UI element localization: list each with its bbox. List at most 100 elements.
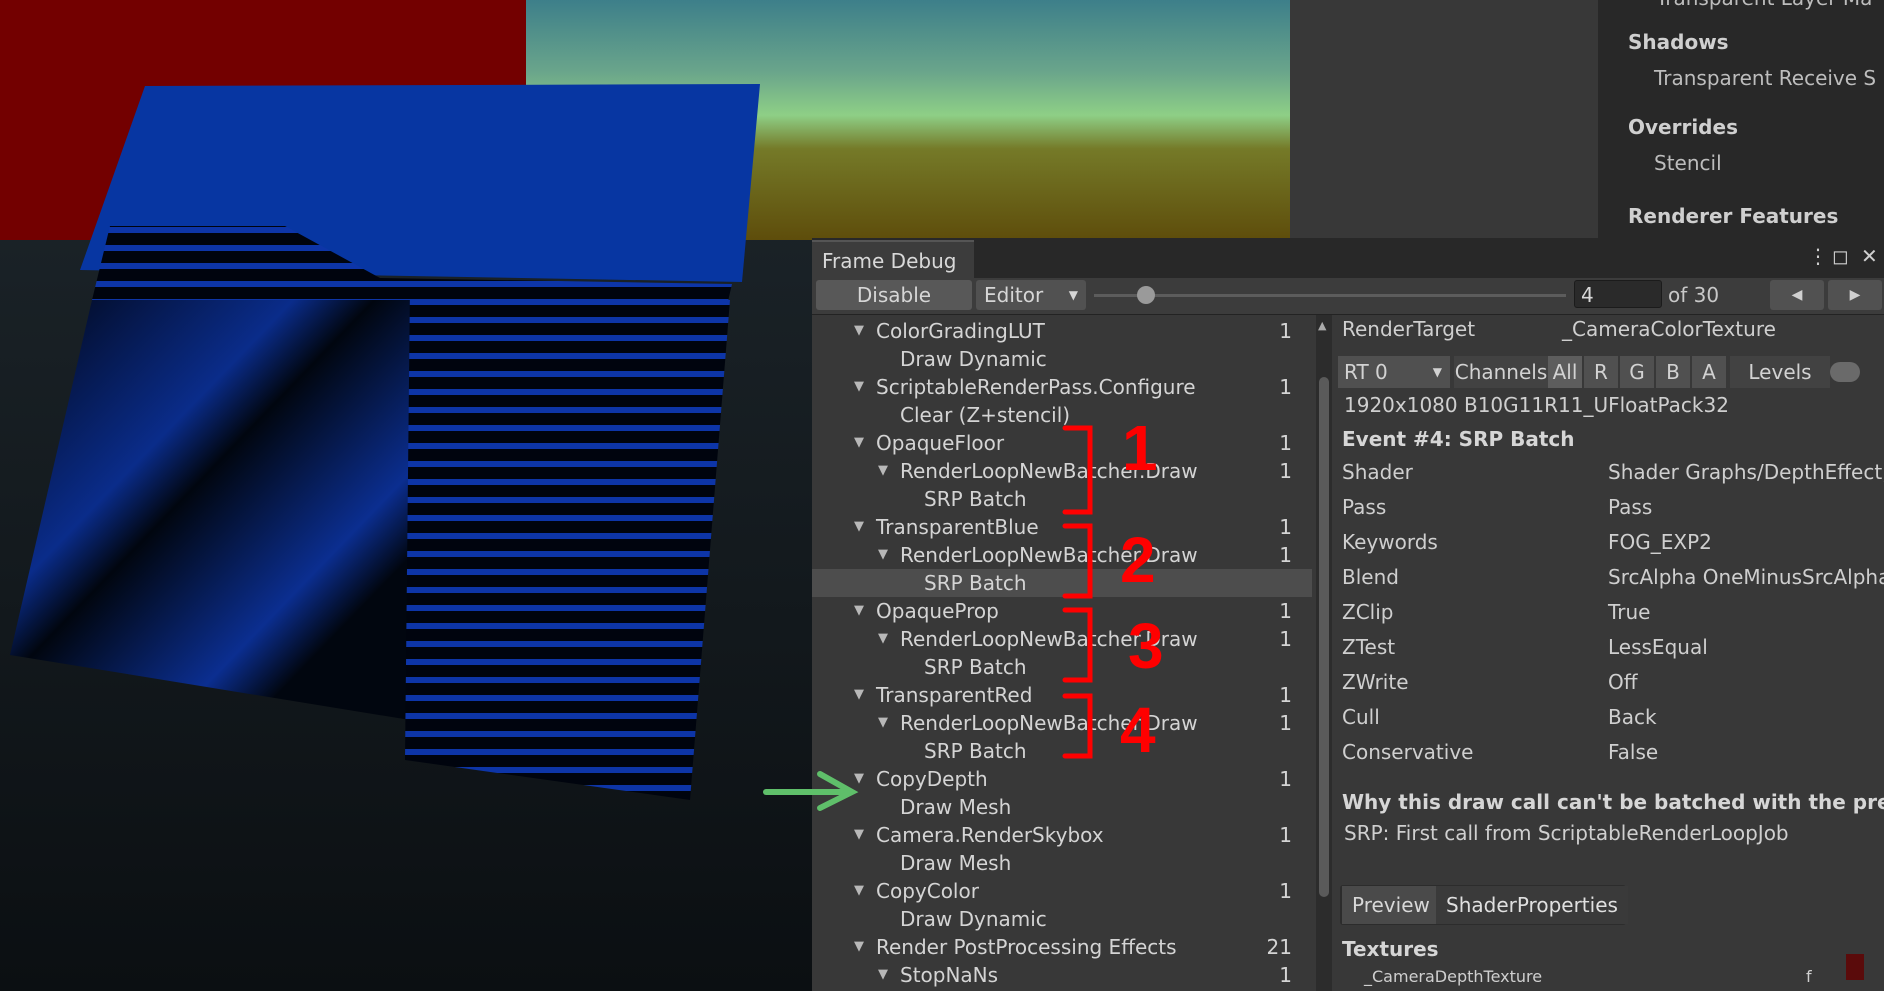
tree-row-label: SRP Batch — [924, 571, 1027, 595]
channel-g-button[interactable]: G — [1620, 356, 1654, 388]
tree-row[interactable]: ▼ ScriptableRenderPass.Configure 1 — [812, 373, 1312, 401]
target-dropdown-label: Editor — [984, 283, 1044, 307]
expand-triangle-icon[interactable]: ▼ — [854, 765, 864, 793]
scroll-up-icon[interactable]: ▲ — [1318, 319, 1326, 332]
property-label: Blend — [1342, 565, 1399, 589]
tree-row-label: CopyColor — [876, 879, 979, 903]
tree-row[interactable]: ▼ Camera.RenderSkybox 1 — [812, 821, 1312, 849]
tree-row[interactable]: Draw Dynamic — [812, 345, 1312, 373]
chevron-down-icon: ▼ — [1432, 365, 1442, 379]
tab-preview[interactable]: Preview — [1342, 886, 1440, 924]
tree-row[interactable]: SRP Batch — [812, 485, 1312, 513]
channel-a-button[interactable]: A — [1692, 356, 1726, 388]
inspector-item-transparent-receive[interactable]: Transparent Receive S — [1654, 66, 1876, 90]
expand-triangle-icon[interactable]: ▼ — [854, 373, 864, 401]
tree-row-label: Draw Mesh — [900, 851, 1012, 875]
expand-triangle-icon[interactable]: ▼ — [854, 821, 864, 849]
inspector-heading-shadows: Shadows — [1628, 30, 1729, 54]
inspector-heading-overrides: Overrides — [1628, 115, 1738, 139]
tree-row[interactable]: ▼ RenderLoopNewBatcher.Draw 1 — [812, 541, 1312, 569]
tree-row[interactable]: Draw Mesh — [812, 849, 1312, 877]
tree-row[interactable]: ▼ Render PostProcessing Effects 21 — [812, 933, 1312, 961]
tree-row-label: Draw Mesh — [900, 795, 1012, 819]
tree-row-count: 1 — [1279, 879, 1292, 903]
property-value: True — [1608, 600, 1651, 624]
scrollbar-thumb[interactable] — [1319, 377, 1329, 897]
close-icon[interactable]: ✕ — [1861, 244, 1878, 268]
tree-row[interactable]: ▼ RenderLoopNewBatcher.Draw 1 — [812, 457, 1312, 485]
tree-row[interactable]: SRP Batch — [812, 569, 1312, 597]
channel-b-button[interactable]: B — [1656, 356, 1690, 388]
property-label: ZTest — [1342, 635, 1396, 659]
inspector-item-stencil[interactable]: Stencil — [1654, 151, 1722, 175]
frame-debug-tab[interactable]: Frame Debug — [812, 240, 974, 278]
prev-event-button[interactable]: ◀ — [1770, 280, 1824, 310]
tree-row[interactable]: ▼ StopNaNs 1 — [812, 961, 1312, 989]
tree-row-count: 1 — [1279, 543, 1292, 567]
expand-triangle-icon[interactable]: ▼ — [854, 597, 864, 625]
tree-row[interactable]: ▼ TransparentRed 1 — [812, 681, 1312, 709]
tree-row[interactable]: ▼ RenderLoopNewBatcher.Draw 1 — [812, 709, 1312, 737]
tree-row-count: 1 — [1279, 711, 1292, 735]
expand-triangle-icon[interactable]: ▼ — [878, 541, 888, 569]
tree-row-label: TransparentRed — [876, 683, 1033, 707]
tree-row[interactable]: Draw Mesh — [812, 793, 1312, 821]
render-target-format: 1920x1080 B10G11R11_UFloatPack32 — [1344, 393, 1729, 417]
tree-row[interactable]: ▼ ColorGradingLUT 1 — [812, 317, 1312, 345]
event-slider-track[interactable] — [1094, 294, 1566, 297]
inspector-heading-renderer-features: Renderer Features — [1628, 204, 1839, 228]
property-label: Pass — [1342, 495, 1387, 519]
tree-row[interactable]: ▼ RenderLoopNewBatcher.Draw 1 — [812, 625, 1312, 653]
maximize-icon[interactable]: ◻ — [1832, 244, 1849, 268]
expand-triangle-icon[interactable]: ▼ — [854, 933, 864, 961]
levels-toggle[interactable] — [1830, 362, 1860, 382]
rt-select[interactable]: RT 0 ▼ — [1338, 356, 1450, 388]
tree-row-count: 1 — [1279, 767, 1292, 791]
expand-triangle-icon[interactable]: ▼ — [854, 317, 864, 345]
next-event-button[interactable]: ▶ — [1828, 280, 1882, 310]
event-tree[interactable]: ▼ ColorGradingLUT 1 Draw Dynamic ▼ Scriptable… — [812, 315, 1316, 991]
event-tree-scrollbar[interactable]: ▲ — [1316, 315, 1332, 991]
tree-row-label: Render PostProcessing Effects — [876, 935, 1177, 959]
tree-row[interactable]: ▼ CopyDepth 1 — [812, 765, 1312, 793]
channel-r-button[interactable]: R — [1584, 356, 1618, 388]
tree-row[interactable]: ▼ TransparentBlue 1 — [812, 513, 1312, 541]
tree-row[interactable]: SRP Batch — [812, 653, 1312, 681]
target-dropdown[interactable]: Editor ▼ — [976, 280, 1086, 310]
property-value: Pass — [1608, 495, 1653, 519]
disable-button[interactable]: Disable — [816, 280, 972, 310]
expand-triangle-icon[interactable]: ▼ — [878, 961, 888, 989]
expand-triangle-icon[interactable]: ▼ — [878, 457, 888, 485]
more-options-icon[interactable]: ⋮ — [1808, 244, 1828, 268]
expand-triangle-icon[interactable]: ▼ — [854, 681, 864, 709]
tree-row[interactable]: Clear (Z+stencil) — [812, 401, 1312, 429]
event-total-label: of 30 — [1668, 283, 1720, 307]
event-index-field[interactable]: 4 — [1574, 280, 1662, 308]
tree-row-label: StopNaNs — [900, 963, 999, 987]
expand-triangle-icon[interactable]: ▼ — [878, 625, 888, 653]
channel-all-button[interactable]: All — [1548, 356, 1582, 388]
tree-row-label: CopyDepth — [876, 767, 988, 791]
expand-triangle-icon[interactable]: ▼ — [878, 709, 888, 737]
expand-triangle-icon[interactable]: ▼ — [854, 513, 864, 541]
tab-shader-properties[interactable]: ShaderProperties — [1436, 886, 1628, 924]
tree-row-label: RenderLoopNewBatcher.Draw — [900, 459, 1198, 483]
batch-break-reason: SRP: First call from ScriptableRenderLoo… — [1344, 821, 1789, 845]
expand-triangle-icon[interactable]: ▼ — [854, 429, 864, 457]
tree-row-count: 1 — [1279, 683, 1292, 707]
texture-thumbnail[interactable] — [1846, 954, 1864, 980]
event-slider-handle[interactable] — [1136, 286, 1155, 304]
tree-row[interactable]: ▼ OpaqueProp 1 — [812, 597, 1312, 625]
property-value: Back — [1608, 705, 1657, 729]
tree-row-count: 1 — [1279, 459, 1292, 483]
tree-row[interactable]: ▼ OpaqueFloor 1 — [812, 429, 1312, 457]
tree-row[interactable]: ▼ CopyColor 1 — [812, 877, 1312, 905]
property-value: FOG_EXP2 — [1608, 530, 1712, 554]
tree-row[interactable]: SRP Batch — [812, 737, 1312, 765]
property-value: Off — [1608, 670, 1638, 694]
tree-row-count: 1 — [1279, 375, 1292, 399]
expand-triangle-icon[interactable]: ▼ — [854, 877, 864, 905]
tree-row[interactable]: Draw Dynamic — [812, 905, 1312, 933]
event-details: RenderTarget _CameraColorTexture RT 0 ▼ … — [1336, 315, 1884, 991]
tree-row-label: OpaqueProp — [876, 599, 999, 623]
